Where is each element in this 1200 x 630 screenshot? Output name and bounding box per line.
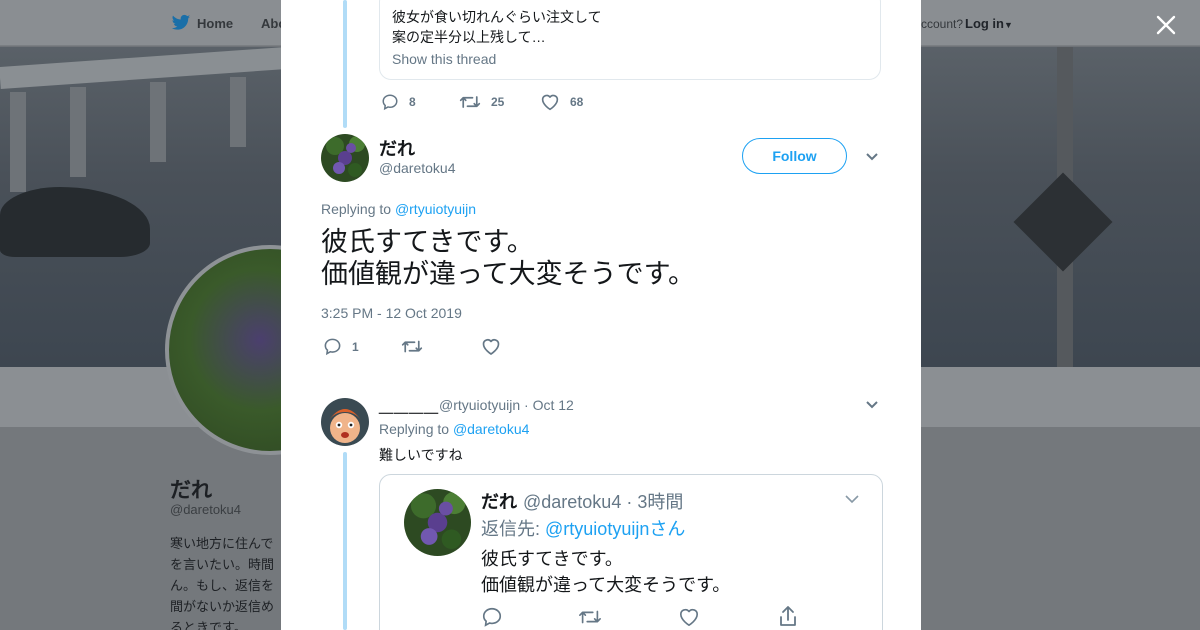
heart-icon [680,608,699,626]
main-retweet-action[interactable] [401,337,423,356]
reply-replying-to: Replying to @daretoku4 [379,421,529,437]
profile-name: だれ [170,479,212,502]
chevron-down-icon[interactable] [865,151,879,163]
nav-home-link[interactable]: Home [197,16,233,31]
heart-icon [482,339,500,355]
main-tweet-timestamp[interactable]: 3:25 PM - 12 Oct 2019 [321,305,462,321]
embedded-reply-prefix: 返信先: [481,519,541,539]
profile-bio: 寒い地方に住んで を言いたい。時間 ん。もし、返信を 間がないか返信め るときで… [170,536,275,630]
reply-icon [382,94,398,111]
close-icon[interactable] [1152,11,1180,39]
embedded-reply-link: @rtyuiotyuijnさん [545,519,686,539]
embedded-tweet-text: 彼氏すてきです。 価値観が違って大変そうです。 [481,549,731,595]
embedded-replying-to: 返信先: @rtyuiotyuijnさん [481,515,685,541]
retweet-count: 25 [491,95,505,109]
banner-pillar [150,82,166,162]
main-tweet-author-handle[interactable]: @daretoku4 [379,160,455,176]
like-count: 68 [570,95,584,109]
reply-tweet-handle-date[interactable]: @rtyuiotyuijn · Oct 12 [439,397,574,413]
replying-to-prefix: Replying to [321,201,392,217]
heart-icon [541,94,559,111]
quoted-tweet-card[interactable]: 彼女が食い切れんぐらい注文して 案の定半分以上残して… Show this th… [379,0,881,80]
chevron-down-icon[interactable] [865,399,879,411]
banner-pillar [70,87,86,177]
main-reply-count: 1 [352,339,359,354]
quoted-tweet-text-line: 案の定半分以上残して… [392,29,546,45]
account-prompt: ccount? [921,17,964,31]
reply-tweet-author-name[interactable]: ＿＿＿＿ [379,397,439,417]
reply-count: 8 [409,95,416,109]
main-like-action[interactable] [481,337,501,356]
reply-tweet-avatar[interactable] [321,398,369,446]
embedded-author-name: だれ [481,492,517,512]
share-icon [780,606,796,626]
thread-connector-top [343,0,347,128]
banner-pillar [230,77,246,147]
retweet-icon [459,96,481,108]
reply-icon [482,607,502,627]
replying-to-link[interactable]: @rtyuiotyuijn [395,201,476,217]
retweet-action[interactable]: 25 [459,93,504,111]
replying-to-link[interactable]: @daretoku4 [453,421,529,437]
show-thread-link[interactable]: Show this thread [392,51,496,67]
main-tweet-text: 彼氏すてきです。 価値観が違って大変そうです。 [321,227,695,289]
reply-tweet-text: 難しいですね [379,447,463,463]
quoted-tweet-text-line: 彼女が食い切れんぐらい注文して [392,9,602,25]
twitter-bird-icon[interactable] [171,14,191,32]
main-tweet-author-name[interactable]: だれ [379,135,415,161]
main-replying-to: Replying to @rtyuiotyuijn [321,201,476,217]
profile-handle: @daretoku4 [170,502,242,517]
retweet-icon [579,610,601,624]
banner-rock-shape [0,187,150,257]
embedded-tweet-avatar [404,489,471,556]
caret-down-icon: ▼ [1004,20,1013,30]
login-label: Log in [965,16,1004,31]
login-link[interactable]: Log in▼ [965,16,1013,31]
replying-to-prefix: Replying to [379,421,450,437]
embedded-tweet-screenshot[interactable]: だれ @daretoku4 · 3時間 返信先: @rtyuiotyuijnさん… [379,474,883,630]
chevron-down-icon [845,495,859,504]
banner-road-sign [1013,172,1113,272]
banner-pillar [10,92,26,192]
main-tweet-avatar[interactable] [321,134,369,182]
retweet-icon [401,340,423,353]
main-reply-action[interactable]: 1 [323,337,359,356]
thread-connector-bottom [343,452,347,630]
reply-icon [324,338,341,356]
tweet-permalink-modal: 彼女が食い切れんぐらい注文して 案の定半分以上残して… Show this th… [281,0,921,630]
follow-button[interactable]: Follow [742,138,847,174]
embedded-handle-time: @daretoku4 · 3時間 [523,492,684,512]
like-action[interactable]: 68 [540,93,583,111]
reply-action[interactable]: 8 [381,93,416,111]
